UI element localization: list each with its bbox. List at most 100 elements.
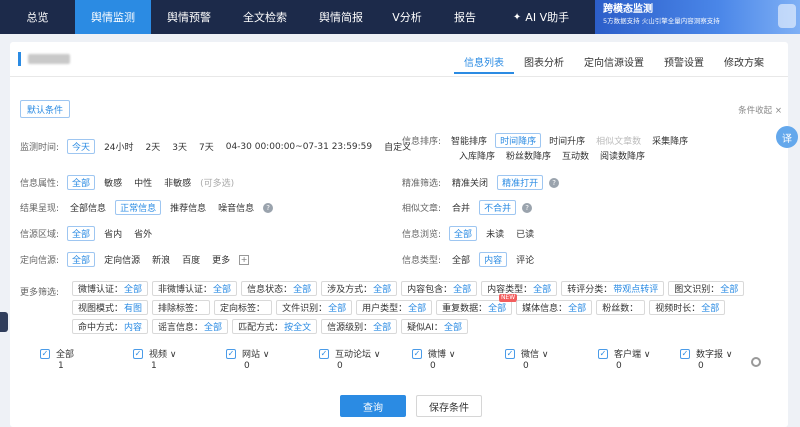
source-option-baidu[interactable]: 百度 — [179, 252, 203, 267]
browse-option-unread[interactable]: 未读 — [483, 226, 507, 241]
help-icon[interactable]: ? — [522, 202, 533, 213]
save-condition-button[interactable]: 保存条件 — [416, 395, 482, 417]
media-all[interactable]: ✓ 全部 1 — [40, 347, 74, 371]
sort-option-time-desc[interactable]: 时间降序 — [495, 133, 542, 148]
tag-rumor-info[interactable]: 谣言信息： 全部 — [152, 319, 229, 334]
help-icon[interactable]: ? — [263, 202, 274, 213]
checkbox-checked-icon[interactable]: ✓ — [680, 348, 690, 359]
result-option-noise[interactable]: 噪音信息 — [215, 200, 257, 215]
promo-banner[interactable]: 跨模态监测 5方数据支持 火山引擎全量内容洞察支持 — [595, 0, 800, 34]
tag-fans-count[interactable]: 粉丝数： — [596, 300, 646, 315]
tag-source-level[interactable]: 信源级别： 全部 — [321, 319, 398, 334]
default-condition-button[interactable]: 默认条件 — [20, 100, 71, 118]
media-website[interactable]: ✓ 网站 ∨ 0 — [226, 347, 269, 371]
result-option-recommended[interactable]: 推荐信息 — [167, 200, 209, 215]
time-option-7d[interactable]: 7天 — [196, 139, 217, 154]
add-source-icon[interactable]: + — [239, 254, 250, 265]
nav-ai-assistant[interactable]: ✦ AI V助手 — [495, 0, 587, 34]
checkbox-checked-icon[interactable]: ✓ — [598, 348, 608, 359]
sort-option-time-asc[interactable]: 时间升序 — [546, 133, 588, 148]
checkbox-checked-icon[interactable]: ✓ — [319, 348, 329, 359]
nav-overview[interactable]: 总览 — [0, 0, 75, 34]
checkbox-checked-icon[interactable]: ✓ — [133, 348, 143, 359]
attr-option-nonsensitive[interactable]: 非敏感 — [161, 175, 194, 190]
sort-option-collect-desc[interactable]: 采集降序 — [649, 133, 691, 148]
time-option-24h[interactable]: 24小时 — [101, 139, 136, 154]
result-option-all[interactable]: 全部信息 — [67, 200, 109, 215]
region-option-outside[interactable]: 省外 — [131, 226, 155, 241]
type-option-comment[interactable]: 评论 — [513, 252, 537, 267]
tag-file-recognition[interactable]: 文件识别： 全部 — [276, 300, 353, 315]
tab-warning-settings[interactable]: 预警设置 — [654, 50, 714, 74]
tag-user-type[interactable]: 用户类型： 全部 — [356, 300, 433, 315]
sort-option-similar[interactable]: 相似文章数 — [593, 133, 644, 148]
tag-info-status[interactable]: 信息状态： 全部 — [241, 281, 318, 296]
gear-icon[interactable] — [751, 357, 761, 367]
time-option-today[interactable]: 今天 — [67, 139, 96, 154]
attr-option-sensitive[interactable]: 敏感 — [101, 175, 125, 190]
tag-exclude-label[interactable]: 排除标签： — [152, 300, 211, 315]
sort-option-smart[interactable]: 智能排序 — [448, 133, 490, 148]
sort-option-read-desc[interactable]: 阅读数降序 — [597, 148, 648, 163]
collapse-conditions-link[interactable]: 条件收起 × — [738, 104, 782, 116]
tag-involve-method[interactable]: 涉及方式： 全部 — [321, 281, 398, 296]
checkbox-checked-icon[interactable]: ✓ — [226, 348, 236, 359]
nav-v-analysis[interactable]: V分析 — [379, 0, 435, 34]
tag-non-weibo-verify[interactable]: 非微博认证： 全部 — [152, 281, 238, 296]
nav-briefing[interactable]: 舆情简报 — [303, 0, 379, 34]
type-option-all[interactable]: 全部 — [449, 252, 473, 267]
media-app[interactable]: ✓ 客户端 ∨ 0 — [598, 347, 650, 371]
query-button[interactable]: 查询 — [340, 395, 406, 417]
time-option-3d[interactable]: 3天 — [169, 139, 190, 154]
attr-option-all[interactable]: 全部 — [67, 175, 96, 190]
checkbox-checked-icon[interactable]: ✓ — [40, 348, 50, 359]
translate-icon[interactable]: 译 — [776, 126, 798, 148]
tab-source-settings[interactable]: 定向信源设置 — [574, 50, 654, 74]
source-option-more[interactable]: 更多 — [209, 252, 233, 267]
attr-option-neutral[interactable]: 中性 — [131, 175, 155, 190]
region-option-all[interactable]: 全部 — [67, 226, 96, 241]
tag-duplicate-data[interactable]: 重复数据： 全部 NEW — [436, 294, 518, 315]
media-wechat[interactable]: ✓ 微信 ∨ 0 — [505, 347, 548, 371]
similar-option-nomerge[interactable]: 不合并 — [479, 200, 517, 215]
tab-edit-scheme[interactable]: 修改方案 — [714, 50, 774, 74]
tag-video-duration[interactable]: 视频时长： 全部 — [649, 300, 726, 315]
sort-option-interaction[interactable]: 互动数 — [559, 148, 592, 163]
media-epaper[interactable]: ✓ 数字报 ∨ 0 — [680, 347, 732, 371]
media-weibo[interactable]: ✓ 微博 ∨ 0 — [412, 347, 455, 371]
time-range-value[interactable]: 04-30 00:00:00~07-31 23:59:59 — [223, 141, 375, 153]
tag-directed-label[interactable]: 定向标签： — [214, 300, 273, 315]
tag-view-mode[interactable]: 视图模式： 有图 — [72, 300, 149, 315]
tag-image-recognition[interactable]: 图文识别： 全部 — [668, 281, 745, 296]
tag-content-type[interactable]: 内容类型： 全部 — [481, 281, 558, 296]
tag-hit-method[interactable]: 命中方式： 内容 — [72, 319, 149, 334]
precise-option-off[interactable]: 精准关闭 — [449, 175, 491, 190]
tag-content-include[interactable]: 内容包含： 全部 — [401, 281, 478, 296]
tag-weibo-verify[interactable]: 微博认证： 全部 — [72, 281, 149, 296]
nav-fulltext-search[interactable]: 全文检索 — [227, 0, 303, 34]
result-option-normal[interactable]: 正常信息 — [115, 200, 162, 215]
sort-option-store-desc[interactable]: 入库降序 — [456, 148, 498, 163]
similar-option-merge[interactable]: 合并 — [449, 200, 473, 215]
time-option-2d[interactable]: 2天 — [143, 139, 164, 154]
region-option-inside[interactable]: 省内 — [101, 226, 125, 241]
tag-suspected-ai[interactable]: 疑似AI： 全部 — [401, 319, 468, 334]
tab-chart-analysis[interactable]: 图表分析 — [514, 50, 574, 74]
nav-warning[interactable]: 舆情预警 — [151, 0, 227, 34]
checkbox-checked-icon[interactable]: ✓ — [505, 348, 515, 359]
browse-option-all[interactable]: 全部 — [449, 226, 478, 241]
precise-option-on[interactable]: 精准打开 — [497, 175, 544, 190]
source-option-directed[interactable]: 定向信源 — [101, 252, 143, 267]
media-forum[interactable]: ✓ 互动论坛 ∨ 0 — [319, 347, 380, 371]
browse-option-read[interactable]: 已读 — [513, 226, 537, 241]
source-option-sina[interactable]: 新浪 — [149, 252, 173, 267]
tag-media-info[interactable]: 媒体信息： 全部 — [516, 300, 593, 315]
source-option-all[interactable]: 全部 — [67, 252, 96, 267]
nav-monitor[interactable]: 舆情监测 — [75, 0, 151, 34]
side-expand-handle[interactable] — [0, 312, 8, 332]
media-video[interactable]: ✓ 视频 ∨ 1 — [133, 347, 176, 371]
tag-repost-class[interactable]: 转评分类： 带观点转评 — [561, 281, 665, 296]
type-option-content[interactable]: 内容 — [479, 252, 508, 267]
help-icon[interactable]: ? — [549, 177, 560, 188]
nav-report[interactable]: 报告 — [435, 0, 495, 34]
